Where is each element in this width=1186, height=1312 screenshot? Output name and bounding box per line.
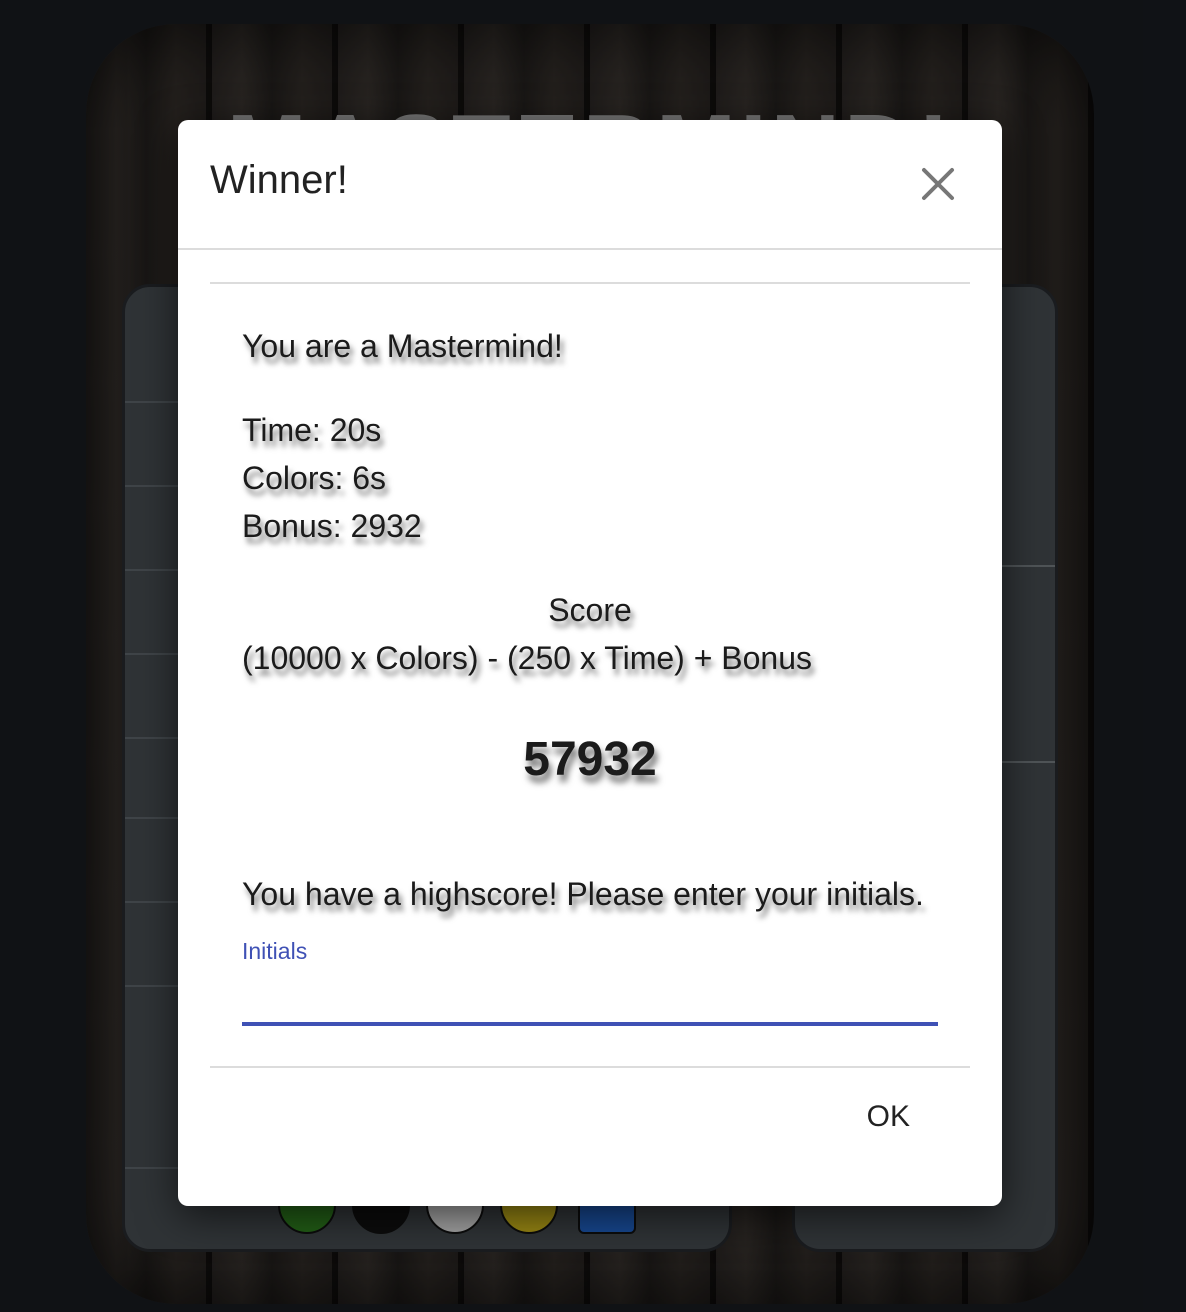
winner-dialog: Winner! You are a Mastermind! Time: 20s … (178, 120, 1002, 1206)
dialog-body: You are a Mastermind! Time: 20s Colors: … (210, 282, 970, 1026)
initials-input[interactable] (242, 974, 938, 1026)
score-label: Score (548, 592, 632, 628)
score-formula: (10000 x Colors) - (250 x Time) + Bonus (242, 640, 813, 676)
dialog-title: Winner! (210, 158, 348, 202)
close-icon (922, 168, 954, 200)
highscore-message: You have a highscore! Please enter your … (242, 876, 924, 912)
colors-stat: Colors: 6s (242, 460, 387, 496)
ok-button[interactable]: OK (847, 1092, 930, 1142)
time-stat: Time: 20s (242, 412, 382, 448)
close-button[interactable] (914, 160, 964, 210)
bonus-stat: Bonus: 2932 (242, 508, 422, 544)
initials-label: Initials (242, 938, 308, 964)
win-message: You are a Mastermind! (242, 328, 563, 364)
dialog-footer: OK (210, 1066, 970, 1188)
dialog-header: Winner! (178, 120, 1002, 250)
score-value: 57932 (523, 733, 657, 786)
game-screen: MASTERMIND! Winner! (0, 0, 1186, 1312)
